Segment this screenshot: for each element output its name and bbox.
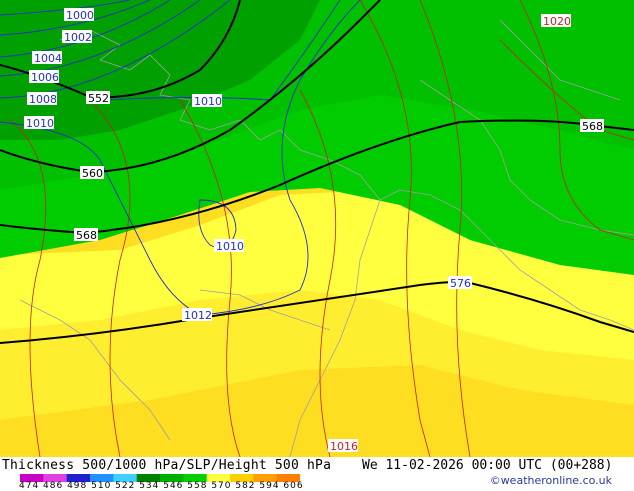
- height-label-568-west: 568: [76, 229, 97, 242]
- slp-label-1020: 1020: [543, 15, 571, 28]
- weather-map: 552 560 568 568 576 1000 1002 1004 1006 …: [0, 0, 634, 457]
- slp-label-1008: 1008: [29, 93, 57, 106]
- slp-label-1006: 1006: [31, 71, 59, 84]
- height-label-552: 552: [88, 92, 109, 105]
- map-title: Thickness 500/1000 hPa/SLP/Height 500 hP…: [2, 458, 332, 473]
- slp-label-1012: 1012: [184, 309, 212, 322]
- map-footer: Thickness 500/1000 hPa/SLP/Height 500 hP…: [0, 457, 634, 491]
- slp-label-1016: 1016: [330, 440, 358, 453]
- slp-label-1010-center: 1010: [216, 240, 244, 253]
- height-label-568-east: 568: [582, 120, 603, 133]
- slp-label-1002: 1002: [64, 31, 92, 44]
- slp-label-1004: 1004: [34, 52, 62, 65]
- map-canvas: 552 560 568 568 576 1000 1002 1004 1006 …: [0, 0, 634, 457]
- slp-label-1010-west: 1010: [26, 117, 54, 130]
- height-label-576: 576: [450, 277, 471, 290]
- valid-datetime: We 11-02-2026 00:00 UTC (00+288): [362, 458, 613, 473]
- source-credit[interactable]: ©weatheronline.co.uk: [490, 474, 612, 487]
- slp-label-1000: 1000: [66, 9, 94, 22]
- slp-label-1010-north: 1010: [194, 95, 222, 108]
- height-label-560: 560: [82, 167, 103, 180]
